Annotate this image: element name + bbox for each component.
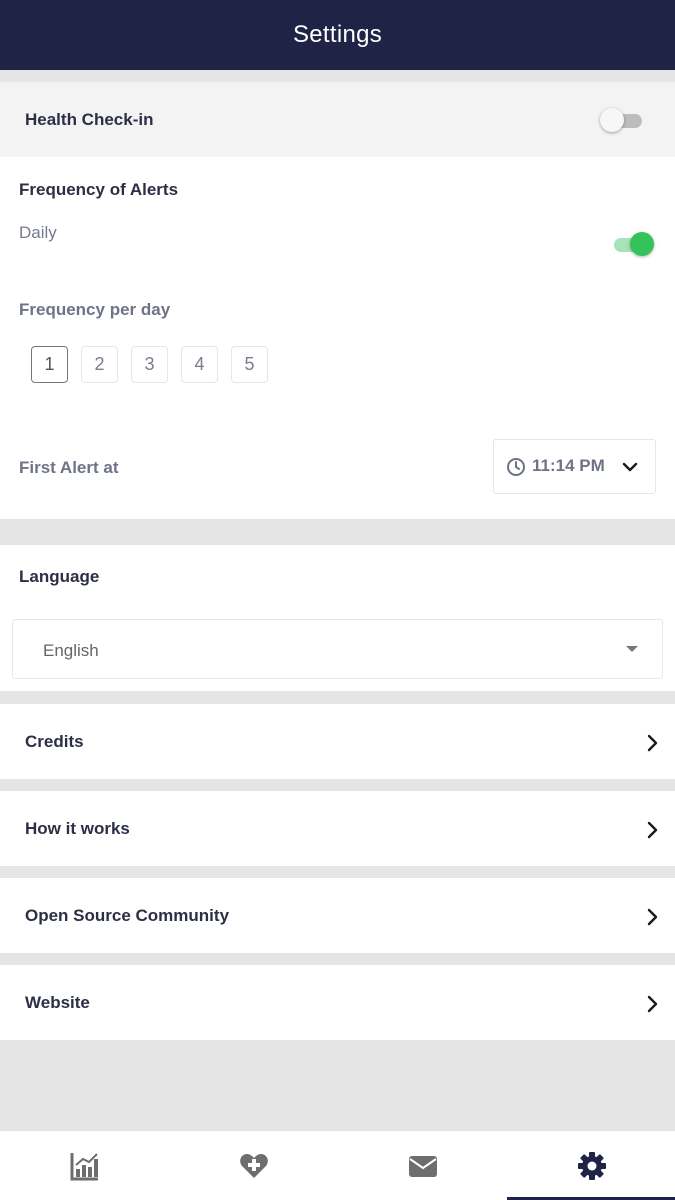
language-section: Language English: [0, 545, 675, 691]
language-title: Language: [19, 567, 100, 586]
health-checkin-label: Health Check-in: [25, 110, 154, 129]
credits-label: Credits: [25, 732, 84, 751]
heart-plus-icon: [240, 1154, 268, 1178]
website-label: Website: [25, 993, 90, 1012]
page-title: Settings: [292, 21, 383, 48]
frequency-per-day-label: Frequency per day: [19, 300, 171, 319]
toggle-knob: [630, 232, 654, 256]
bottom-navigation: [0, 1130, 675, 1200]
per-day-option-3[interactable]: 3: [131, 346, 168, 383]
nav-health[interactable]: [169, 1131, 337, 1200]
toggle-knob: [600, 108, 624, 132]
nav-settings[interactable]: [507, 1131, 675, 1200]
language-selected-value: English: [43, 641, 99, 660]
per-day-option-2[interactable]: 2: [81, 346, 118, 383]
gear-icon: [578, 1152, 606, 1180]
first-alert-time: 11:14 PM: [532, 456, 605, 475]
clock-icon: [506, 457, 526, 482]
first-alert-label: First Alert at: [19, 458, 119, 477]
first-alert-time-picker[interactable]: 11:14 PM: [493, 439, 656, 494]
per-day-option-5[interactable]: 5: [231, 346, 268, 383]
alerts-section: Frequency of Alerts Daily Frequency per …: [0, 157, 675, 519]
health-checkin-toggle[interactable]: [600, 107, 644, 133]
app-header: Settings: [0, 0, 675, 70]
credits-row[interactable]: Credits: [0, 704, 675, 779]
language-select[interactable]: English: [12, 619, 663, 679]
health-checkin-row: Health Check-in: [0, 82, 675, 157]
frequency-per-day-options: 1 2 3 4 5: [31, 346, 268, 383]
per-day-option-1[interactable]: 1: [31, 346, 68, 383]
how-it-works-row[interactable]: How it works: [0, 791, 675, 866]
chart-icon: [70, 1153, 98, 1181]
daily-toggle[interactable]: [610, 231, 654, 257]
per-day-option-4[interactable]: 4: [181, 346, 218, 383]
chevron-right-icon: [646, 908, 658, 931]
how-it-works-label: How it works: [25, 819, 130, 838]
open-source-community-row[interactable]: Open Source Community: [0, 878, 675, 953]
nav-messages[interactable]: [338, 1131, 506, 1200]
envelope-icon: [409, 1156, 437, 1177]
frequency-value: Daily: [19, 223, 57, 242]
chevron-right-icon: [646, 734, 658, 757]
chevron-right-icon: [646, 821, 658, 844]
chevron-right-icon: [646, 995, 658, 1018]
open-source-community-label: Open Source Community: [25, 906, 230, 925]
website-row[interactable]: Website: [0, 965, 675, 1040]
nav-stats[interactable]: [0, 1131, 168, 1200]
frequency-of-alerts-title: Frequency of Alerts: [19, 180, 179, 199]
caret-down-icon: [626, 646, 638, 652]
chevron-down-icon: [622, 460, 638, 478]
